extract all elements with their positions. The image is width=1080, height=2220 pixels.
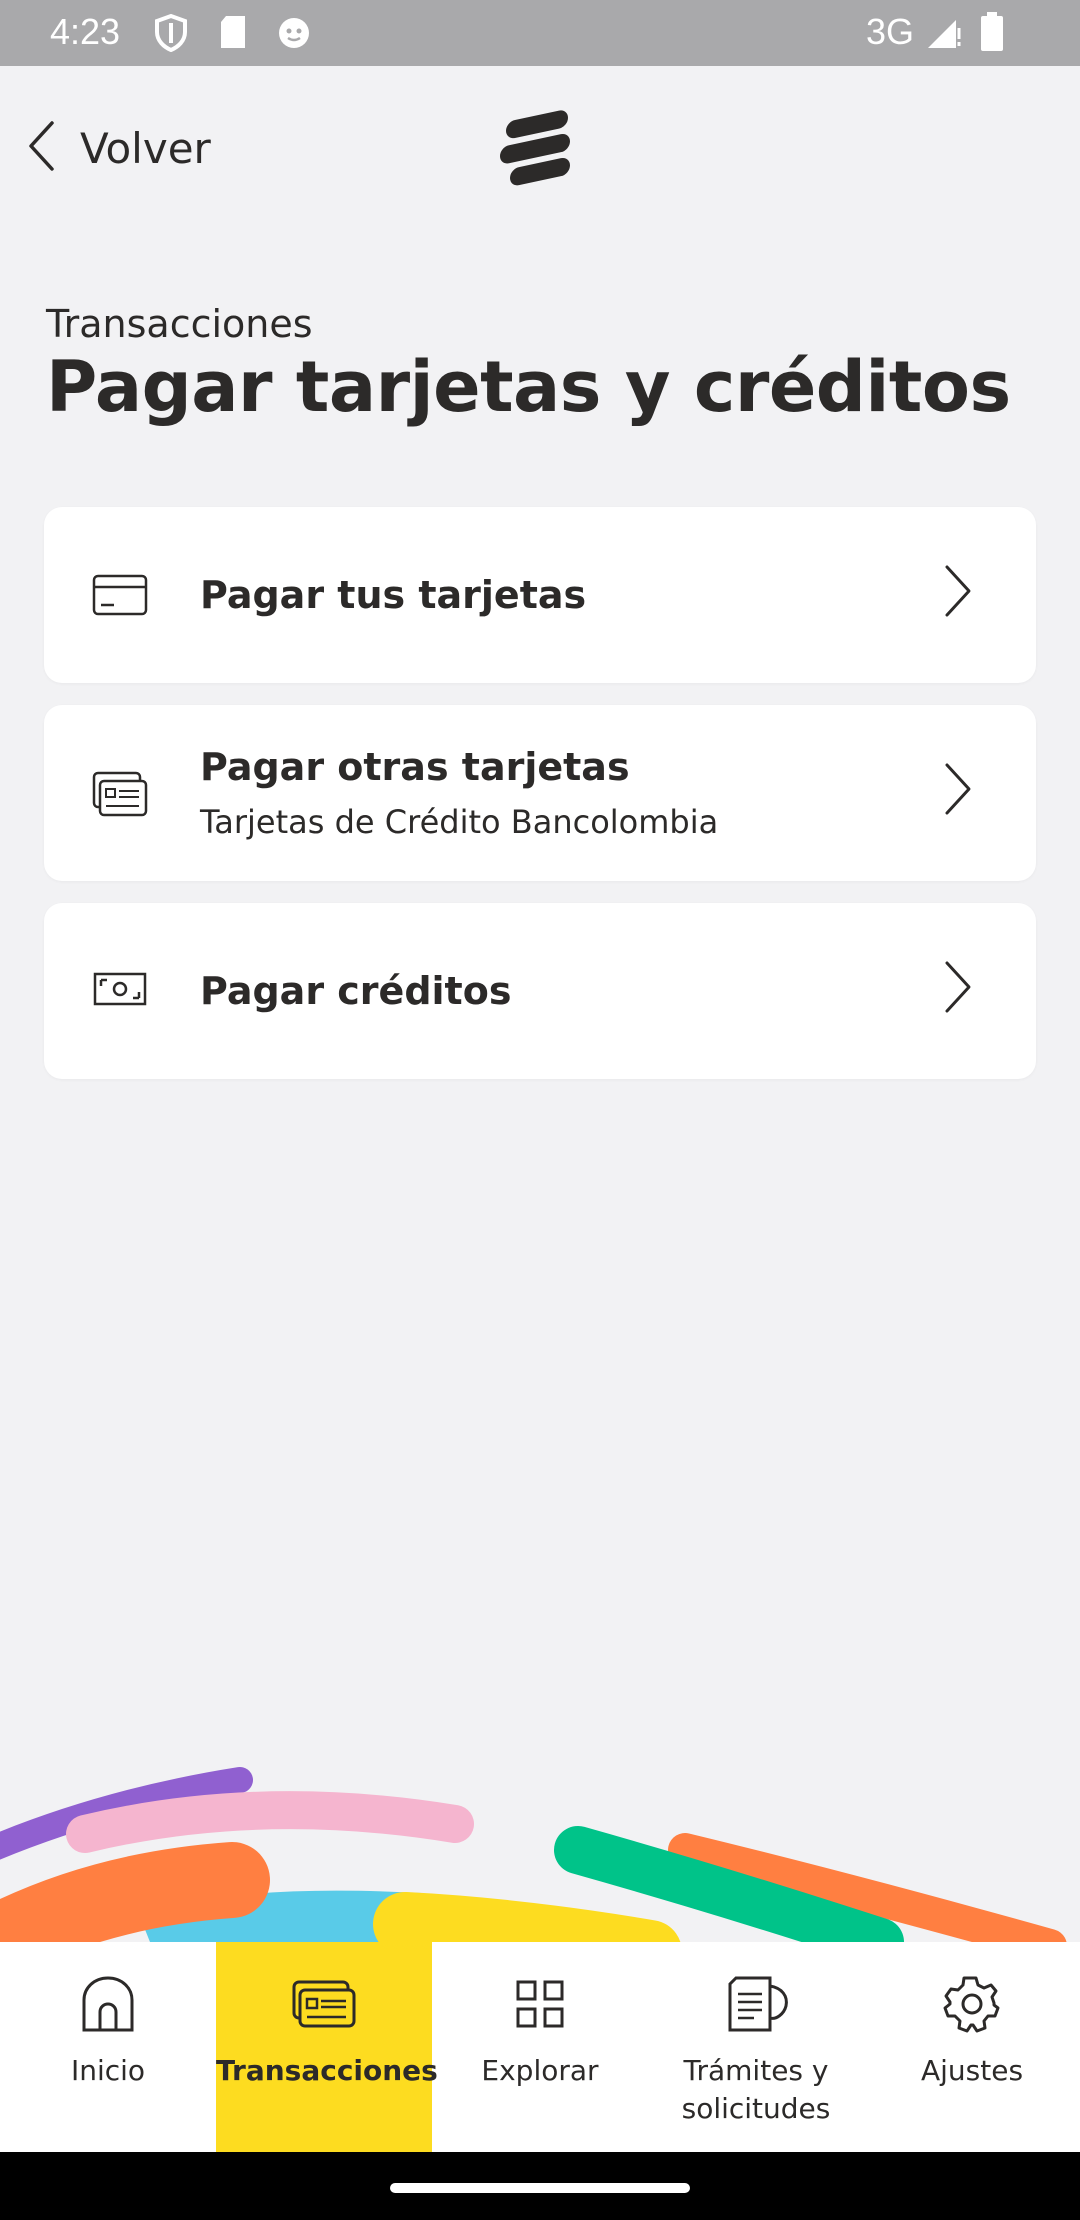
gear-icon bbox=[942, 1974, 1002, 2038]
chevron-right-icon bbox=[942, 959, 974, 1019]
nav-label: Explorar bbox=[481, 2054, 599, 2087]
nav-label: Trámites y solicitudes bbox=[681, 2054, 831, 2125]
back-label: Volver bbox=[80, 123, 211, 173]
credit-card-icon bbox=[92, 573, 148, 621]
nav-item-explorar[interactable]: Explorar bbox=[432, 1942, 648, 2152]
status-time: 4:23 bbox=[50, 11, 121, 52]
option-title: Pagar tus tarjetas bbox=[200, 573, 587, 617]
status-bar: 4:23 3G bbox=[0, 0, 1080, 66]
back-button[interactable]: Volver bbox=[26, 118, 211, 178]
option-title: Pagar otras tarjetas bbox=[200, 745, 630, 789]
decorative-ribbons bbox=[0, 1740, 1080, 1942]
option-text: Pagar tus tarjetas bbox=[200, 573, 586, 617]
option-title: Pagar créditos bbox=[200, 969, 512, 1013]
pay-other-cards-option[interactable]: Pagar otras tarjetas Tarjetas de Crédito… bbox=[44, 705, 1036, 881]
bottom-navigation: Inicio Transacciones Explorar Trámites y… bbox=[0, 1942, 1080, 2152]
battery-icon bbox=[980, 12, 1004, 56]
nav-item-tramites[interactable]: Trámites y solicitudes bbox=[648, 1942, 864, 2152]
option-text: Pagar créditos bbox=[200, 969, 511, 1013]
signal-icon bbox=[926, 16, 962, 54]
page-title: Pagar tarjetas y créditos bbox=[46, 346, 1011, 428]
home-icon bbox=[78, 1974, 138, 2038]
nav-label: Inicio bbox=[70, 2054, 146, 2087]
nav-label: Ajustes bbox=[920, 2054, 1024, 2087]
chevron-right-icon bbox=[942, 563, 974, 623]
transactions-icon bbox=[292, 1974, 356, 2038]
chevron-left-icon bbox=[26, 120, 56, 176]
nav-item-inicio[interactable]: Inicio bbox=[0, 1942, 216, 2152]
cards-icon bbox=[92, 771, 148, 821]
banknote-icon bbox=[92, 969, 148, 1013]
page-subtitle: Transacciones bbox=[46, 302, 313, 346]
nav-label: Transacciones bbox=[216, 2054, 438, 2087]
option-subtitle: Tarjetas de Crédito Bancolombia bbox=[200, 803, 719, 841]
pay-your-cards-option[interactable]: Pagar tus tarjetas bbox=[44, 507, 1036, 683]
sd-card-icon bbox=[218, 14, 248, 54]
system-navigation-bar bbox=[0, 2152, 1080, 2220]
nav-item-transacciones[interactable]: Transacciones bbox=[216, 1942, 438, 2152]
bancolombia-logo bbox=[496, 100, 586, 194]
documents-icon bbox=[726, 1974, 790, 2038]
home-gesture-handle[interactable] bbox=[390, 2183, 690, 2193]
chevron-right-icon bbox=[942, 761, 974, 821]
cat-face-icon bbox=[276, 14, 312, 54]
pay-credits-option[interactable]: Pagar créditos bbox=[44, 903, 1036, 1079]
network-type: 3G bbox=[866, 11, 915, 52]
nav-item-ajustes[interactable]: Ajustes bbox=[864, 1942, 1080, 2152]
grid-icon bbox=[510, 1974, 570, 2038]
shield-icon bbox=[154, 13, 188, 56]
option-text: Pagar otras tarjetas Tarjetas de Crédito… bbox=[200, 745, 718, 841]
top-bar: Volver bbox=[0, 66, 1080, 226]
